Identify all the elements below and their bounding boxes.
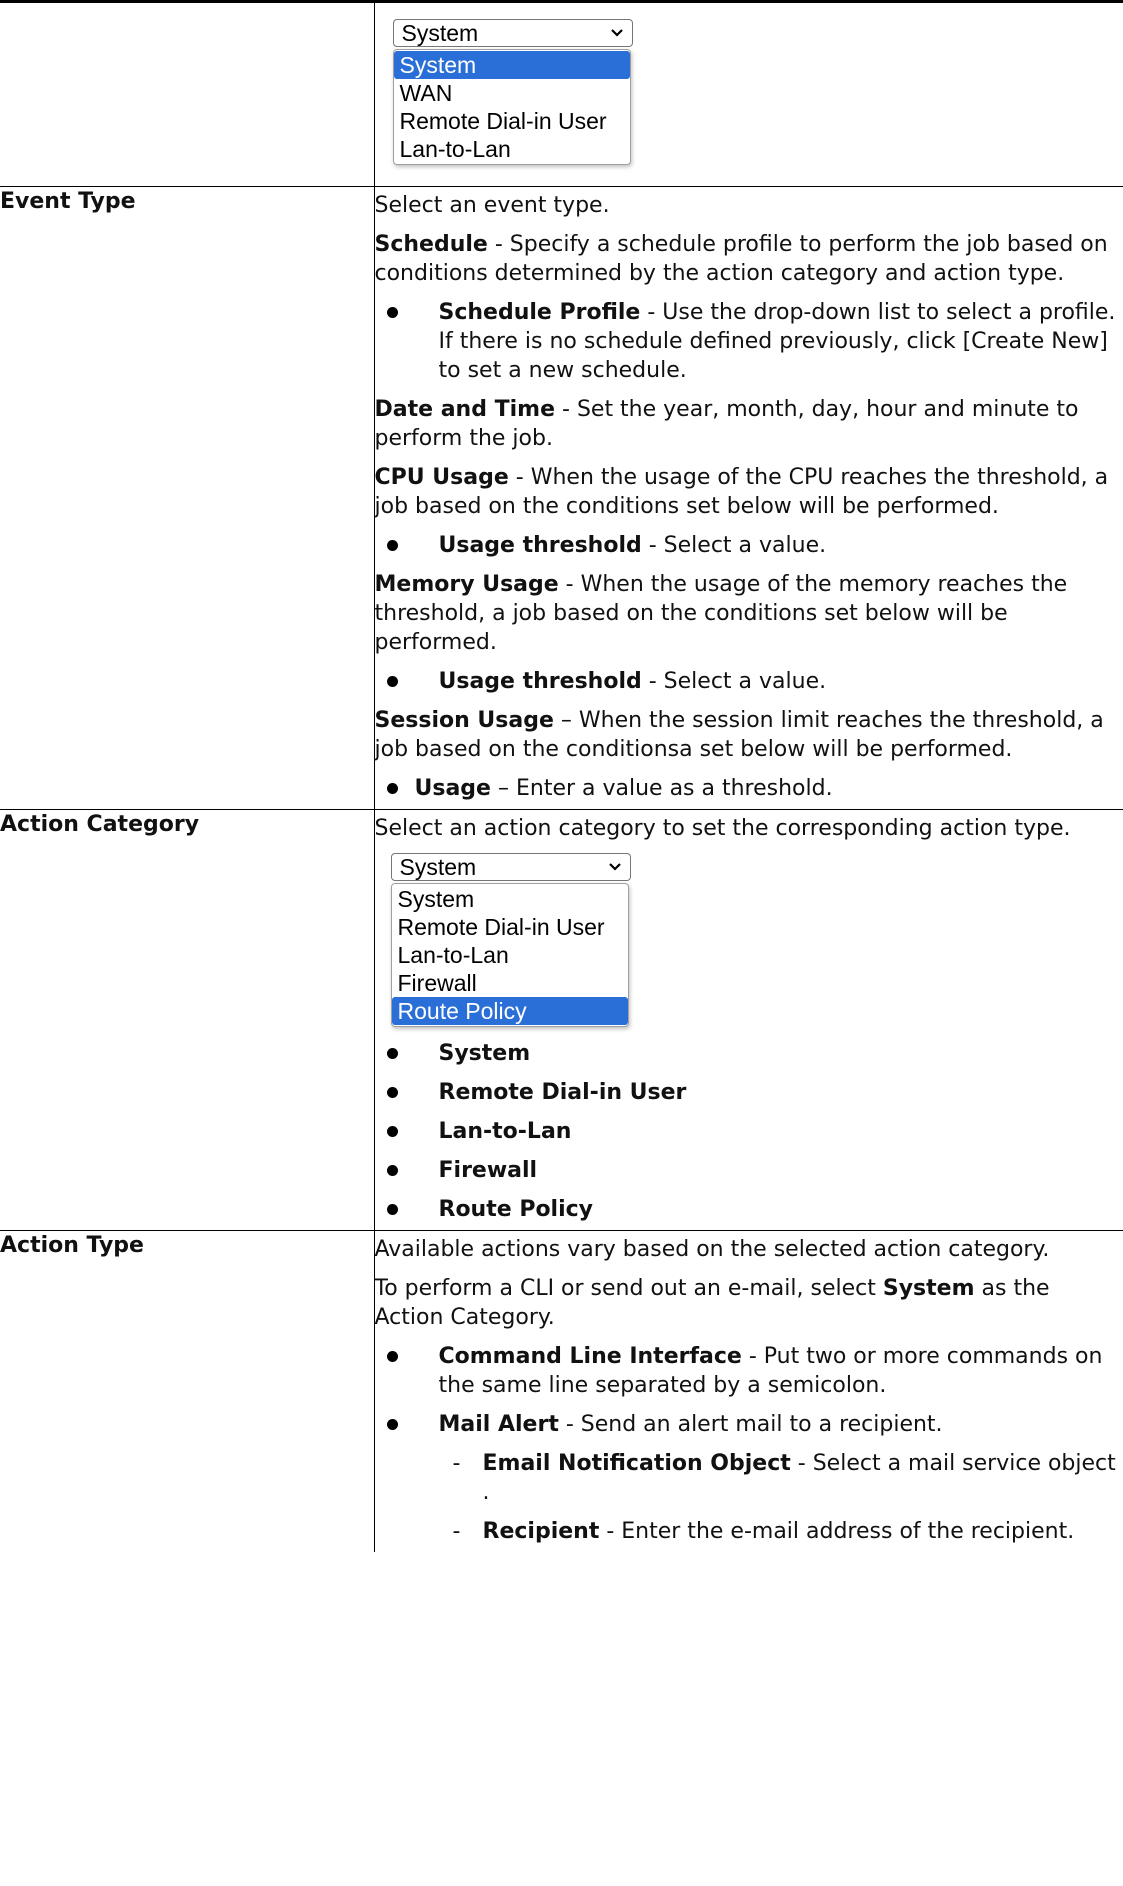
action-category-dropdown[interactable]: System System Remote Dial-in User Lan-to…	[390, 853, 1123, 1027]
parameter-table: System System WAN Remote Dial-in User La…	[0, 3, 1123, 1552]
cpu-usage-desc: CPU Usage - When the usage of the CPU re…	[375, 459, 1123, 527]
memory-threshold-text: - Select a value.	[641, 669, 827, 694]
cpu-threshold-item: Usage threshold - Select a value.	[375, 527, 1123, 566]
memory-usage-desc: Memory Usage - When the usage of the mem…	[375, 566, 1123, 663]
category-dropdown[interactable]: System System WAN Remote Dial-in User La…	[392, 19, 1123, 165]
action-category-label: Action Category	[0, 809, 375, 1231]
row-category-dropdown: System System WAN Remote Dial-in User La…	[0, 3, 1123, 187]
event-type-desc: Select an event type. Schedule - Specify…	[374, 186, 1123, 810]
session-usage-item-term: Usage	[414, 776, 491, 801]
action-type-intro: Available actions vary based on the sele…	[374, 1237, 1050, 1262]
recipient-item: Recipient - Enter the e-mail address of …	[375, 1513, 1123, 1552]
memory-threshold-item: Usage threshold - Select a value.	[375, 663, 1123, 702]
action-type-label: Action Type	[0, 1230, 375, 1552]
cpu-threshold-text: - Select a value.	[641, 533, 827, 558]
option-remote-dial-in-user[interactable]: Remote Dial-in User	[394, 107, 630, 135]
category-item-lan-to-lan: Lan-to-Lan	[375, 1113, 1123, 1152]
action-type-bullets: Command Line Interface - Put two or more…	[375, 1338, 1123, 1445]
memory-bullets: Usage threshold - Select a value.	[375, 663, 1123, 702]
empty-label-cell	[0, 3, 375, 187]
action-category-options-list: System Remote Dial-in User Lan-to-Lan Fi…	[390, 883, 629, 1027]
option-route-policy[interactable]: Route Policy	[391, 997, 628, 1025]
action-type-desc: Available actions vary based on the sele…	[374, 1230, 1123, 1552]
chevron-down-icon	[610, 29, 623, 37]
cli-intro-term: System	[882, 1276, 975, 1301]
memory-threshold-term: Usage threshold	[438, 669, 642, 694]
date-time-term: Date and Time	[374, 397, 556, 422]
row-action-category: Action Category Select an action categor…	[0, 809, 1123, 1231]
option-wan[interactable]: WAN	[394, 79, 630, 107]
schedule-term: Schedule	[374, 232, 488, 257]
action-category-select-box[interactable]: System	[390, 853, 631, 881]
row-event-type: Event Type Select an event type. Schedul…	[0, 186, 1123, 810]
cpu-threshold-term: Usage threshold	[438, 533, 642, 558]
option-remote-dial-in-user[interactable]: Remote Dial-in User	[392, 913, 628, 941]
email-object-term: Email Notification Object	[482, 1451, 791, 1476]
category-item-label: System	[438, 1041, 531, 1066]
schedule-bullets: Schedule Profile - Use the drop-down lis…	[375, 294, 1123, 391]
cpu-bullets: Usage threshold - Select a value.	[375, 527, 1123, 566]
event-type-label: Event Type	[0, 186, 375, 810]
recipient-term: Recipient	[482, 1519, 600, 1544]
chevron-down-icon	[608, 863, 621, 871]
category-item-label: Remote Dial-in User	[438, 1080, 687, 1105]
option-firewall[interactable]: Firewall	[392, 969, 628, 997]
cli-item: Command Line Interface - Put two or more…	[375, 1338, 1123, 1406]
schedule-desc: Schedule - Specify a schedule profile to…	[375, 226, 1123, 294]
category-item-route-policy: Route Policy	[375, 1191, 1123, 1230]
option-system[interactable]: System	[393, 51, 630, 79]
recipient-text: - Enter the e-mail address of the recipi…	[599, 1519, 1075, 1544]
mail-alert-text: - Send an alert mail to a recipient.	[558, 1412, 943, 1437]
schedule-profile-term: Schedule Profile	[438, 300, 641, 325]
session-usage-desc: Session Usage – When the session limit r…	[375, 702, 1123, 770]
row-action-type: Action Type Available actions vary based…	[0, 1230, 1123, 1552]
cli-intro: To perform a CLI or send out an e-mail, …	[375, 1270, 1123, 1338]
category-item-remote-dial-in-user: Remote Dial-in User	[375, 1074, 1123, 1113]
cpu-usage-term: CPU Usage	[374, 465, 509, 490]
session-usage-item-text: – Enter a value as a threshold.	[490, 776, 833, 801]
category-select-box[interactable]: System	[392, 19, 633, 47]
option-lan-to-lan[interactable]: Lan-to-Lan	[394, 135, 630, 163]
action-category-intro: Select an action category to set the cor…	[374, 816, 1071, 841]
cli-intro-pre: To perform a CLI or send out an e-mail, …	[374, 1276, 883, 1301]
category-item-label: Firewall	[438, 1158, 538, 1183]
category-item-firewall: Firewall	[375, 1152, 1123, 1191]
option-lan-to-lan[interactable]: Lan-to-Lan	[392, 941, 628, 969]
action-category-bullets: System Remote Dial-in User Lan-to-Lan Fi…	[375, 1035, 1123, 1230]
option-system[interactable]: System	[392, 885, 628, 913]
memory-usage-term: Memory Usage	[374, 572, 559, 597]
category-options-list: System WAN Remote Dial-in User Lan-to-La…	[392, 49, 631, 165]
session-usage-term: Session Usage	[374, 708, 554, 733]
session-usage-item: Usage – Enter a value as a threshold.	[375, 770, 1123, 809]
mail-alert-item: Mail Alert - Send an alert mail to a rec…	[375, 1406, 1123, 1445]
category-item-system: System	[375, 1035, 1123, 1074]
action-category-desc: Select an action category to set the cor…	[374, 809, 1123, 1231]
dropdown1-cell: System System WAN Remote Dial-in User La…	[374, 3, 1123, 187]
mail-alert-term: Mail Alert	[438, 1412, 559, 1437]
cli-term: Command Line Interface	[438, 1344, 742, 1369]
date-time-desc: Date and Time - Set the year, month, day…	[375, 391, 1123, 459]
category-item-label: Lan-to-Lan	[438, 1119, 572, 1144]
schedule-profile-item: Schedule Profile - Use the drop-down lis…	[375, 294, 1123, 391]
action-category-selected-value: System	[399, 853, 477, 880]
session-bullets: Usage – Enter a value as a threshold.	[375, 770, 1123, 809]
event-type-intro: Select an event type.	[374, 193, 610, 218]
category-selected-value: System	[401, 19, 479, 46]
category-item-label: Route Policy	[438, 1197, 594, 1222]
mail-alert-sub-items: Email Notification Object - Select a mai…	[375, 1445, 1123, 1552]
email-object-item: Email Notification Object - Select a mai…	[375, 1445, 1123, 1513]
